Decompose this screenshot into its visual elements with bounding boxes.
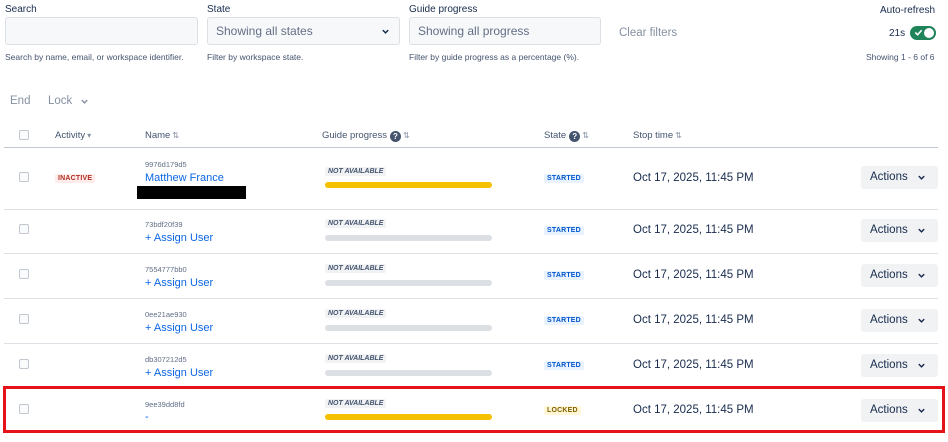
actions-label: Actions — [870, 269, 908, 281]
workspace-id: db307212d5 — [145, 355, 187, 364]
search-label: Search — [5, 4, 37, 15]
sort-icon: ⇅ — [675, 131, 682, 140]
chevron-down-icon — [918, 363, 925, 368]
workspace-id: 7554777bb0 — [145, 265, 187, 274]
actions-label: Actions — [870, 359, 908, 371]
actions-button[interactable]: Actions — [861, 264, 938, 287]
progress-bar — [325, 325, 492, 331]
chevron-down-icon — [918, 318, 925, 323]
state-badge: STARTED — [544, 174, 584, 183]
sort-icon: ⇅ — [582, 131, 589, 140]
redaction-block — [137, 186, 246, 199]
stop-time: Oct 17, 2025, 11:45 PM — [633, 224, 754, 236]
clear-filters-button[interactable]: Clear filters — [619, 27, 677, 39]
progress-bar — [325, 182, 492, 188]
row-divider — [4, 253, 938, 254]
actions-label: Actions — [870, 171, 908, 183]
guide-progress-label: Guide progress — [409, 4, 478, 15]
help-icon[interactable]: ? — [569, 131, 581, 142]
row-divider — [4, 209, 938, 210]
progress-bar — [325, 280, 492, 286]
progress-bar-fill — [325, 182, 492, 188]
chevron-down-icon — [918, 273, 925, 278]
auto-refresh-label: Auto-refresh — [880, 5, 936, 16]
workspace-id: 9976d179d5 — [145, 160, 187, 169]
column-name[interactable]: Name ⇅ — [145, 130, 179, 141]
check-icon — [914, 29, 923, 36]
state-badge: STARTED — [544, 316, 584, 325]
row-highlight — [3, 386, 945, 433]
column-stop-time[interactable]: Stop time ⇅ — [633, 130, 682, 141]
end-button[interactable]: End — [10, 95, 30, 107]
chevron-down-icon — [918, 175, 925, 180]
row-divider — [4, 343, 938, 344]
stop-time: Oct 17, 2025, 11:45 PM — [633, 172, 754, 184]
sort-icon: ⇅ — [402, 131, 410, 140]
state-badge: STARTED — [544, 361, 584, 370]
stop-time: Oct 17, 2025, 11:45 PM — [633, 314, 754, 326]
search-hint: Search by name, email, or workspace iden… — [5, 52, 184, 62]
stop-time: Oct 17, 2025, 11:45 PM — [633, 269, 754, 281]
lock-menu-button[interactable]: Lock — [48, 95, 88, 107]
stop-time: Oct 17, 2025, 11:45 PM — [633, 359, 754, 371]
row-checkbox[interactable] — [19, 314, 29, 324]
lock-label: Lock — [48, 95, 73, 107]
help-icon[interactable]: ? — [389, 131, 401, 142]
workspace-id: 0ee21ae930 — [145, 310, 187, 319]
guide-progress-hint: Filter by guide progress as a percentage… — [409, 52, 580, 62]
state-label: State — [207, 4, 231, 15]
progress-label: NOT AVAILABLE — [325, 354, 387, 363]
header-divider — [4, 147, 938, 148]
chevron-down-icon — [382, 29, 389, 34]
row-divider — [4, 298, 938, 299]
column-guide-progress[interactable]: Guide progress? ⇅ — [322, 130, 410, 142]
row-checkbox[interactable] — [19, 269, 29, 279]
progress-bar — [325, 370, 492, 376]
column-name-label: Name — [145, 130, 171, 141]
column-state-label: State — [544, 130, 567, 141]
state-hint: Filter by workspace state. — [207, 52, 304, 62]
column-stop-time-label: Stop time — [633, 130, 674, 141]
assign-user-link[interactable]: + Assign User — [145, 277, 213, 289]
column-state[interactable]: State? ⇅ — [544, 130, 589, 142]
assign-user-link[interactable]: + Assign User — [145, 322, 213, 334]
chevron-down-icon — [918, 228, 925, 233]
result-count: Showing 1 - 6 of 6 — [866, 52, 935, 62]
actions-button[interactable]: Actions — [861, 309, 938, 332]
progress-label: NOT AVAILABLE — [325, 264, 387, 273]
sort-desc-icon: ▾ — [87, 131, 92, 140]
progress-label: NOT AVAILABLE — [325, 309, 387, 318]
progress-label: NOT AVAILABLE — [325, 219, 387, 228]
assign-user-link[interactable]: + Assign User — [145, 367, 213, 379]
progress-label: NOT AVAILABLE — [325, 167, 387, 176]
row-checkbox[interactable] — [19, 224, 29, 234]
column-activity[interactable]: Activity ▾ — [55, 130, 91, 141]
sort-icon: ⇅ — [172, 131, 180, 140]
select-all-checkbox[interactable] — [19, 130, 29, 140]
user-link[interactable]: Matthew France — [145, 172, 224, 184]
workspace-id: 73bdf20f39 — [145, 220, 183, 229]
actions-button[interactable]: Actions — [861, 166, 938, 189]
auto-refresh-toggle[interactable] — [910, 26, 936, 40]
row-checkbox[interactable] — [19, 359, 29, 369]
state-badge: STARTED — [544, 271, 584, 280]
progress-bar — [325, 235, 492, 241]
actions-label: Actions — [870, 314, 908, 326]
state-select[interactable]: Showing all states — [207, 17, 400, 45]
activity-badge: INACTIVE — [55, 174, 96, 183]
column-activity-label: Activity — [55, 130, 86, 141]
toggle-knob — [924, 28, 934, 38]
actions-button[interactable]: Actions — [861, 354, 938, 377]
refresh-countdown: 21s — [889, 28, 906, 39]
guide-progress-input[interactable]: Showing all progress — [409, 17, 601, 45]
search-input[interactable] — [5, 17, 198, 45]
state-badge: STARTED — [544, 226, 584, 235]
assign-user-link[interactable]: + Assign User — [145, 232, 213, 244]
state-select-value: Showing all states — [216, 24, 313, 38]
row-checkbox[interactable] — [19, 172, 29, 182]
actions-label: Actions — [870, 224, 908, 236]
actions-button[interactable]: Actions — [861, 219, 938, 242]
column-guide-progress-label: Guide progress — [322, 130, 387, 141]
chevron-down-icon — [81, 99, 88, 104]
